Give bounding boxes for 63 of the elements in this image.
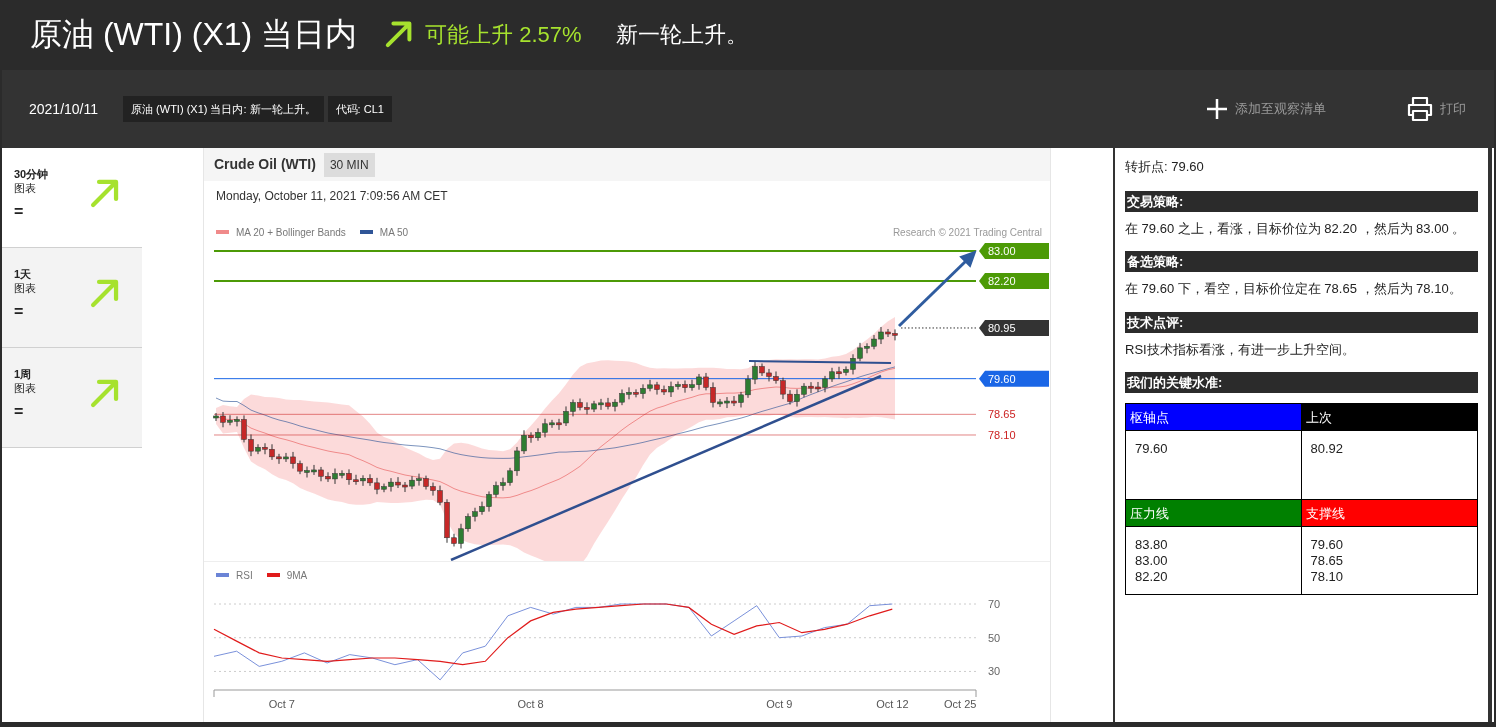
level-value: 79.60 <box>1310 537 1345 553</box>
level-heading: 枢轴点 <box>1126 404 1301 431</box>
level-value: 80.92 <box>1310 441 1345 457</box>
level-value: 83.00 <box>1135 553 1169 569</box>
price-tag: 80.95 <box>979 320 1049 336</box>
timeframe-item[interactable]: 1周 图表 = <box>2 348 142 448</box>
info-tag: 原油 (WTI) (X1) 当日内: 新一轮上升。 <box>123 95 324 123</box>
level-heading: 压力线 <box>1126 500 1301 527</box>
trend-sign: = <box>14 202 24 222</box>
timeframe-period: 1天 <box>14 267 32 282</box>
level-value: 82.20 <box>1135 569 1169 585</box>
level-value: 78.65 <box>1310 553 1345 569</box>
date-text: 2021/10/11 <box>29 99 99 119</box>
trend-sign: = <box>14 402 24 422</box>
section-heading: 备选策略: <box>1125 251 1478 272</box>
section-heading: 我们的关键水准: <box>1125 372 1478 393</box>
plus-icon <box>1205 97 1229 121</box>
timeframe-label: 图表 <box>14 281 36 296</box>
legend-label: RSI <box>236 568 253 583</box>
interval-badge: 30 MIN <box>323 152 375 177</box>
page-title: 原油 (WTI) (X1) 当日内 <box>30 15 358 54</box>
section-heading: 技术点评: <box>1125 311 1478 333</box>
printer-icon <box>1406 96 1434 122</box>
level-value: 78.10 <box>1310 569 1345 585</box>
info-tag: 代码: CL1 <box>327 95 392 123</box>
level-heading: 上次 <box>1301 404 1477 431</box>
level-value: 83.80 <box>1135 537 1169 553</box>
y-tick-label: 50 <box>988 631 1001 644</box>
timeframe-period: 30分钟 <box>14 167 49 182</box>
credit-text: Research © 2021 Trading Central <box>892 225 1042 240</box>
outlook-text: 可能上升 2.57% <box>425 20 582 49</box>
timeframe-label: 图表 <box>14 381 36 396</box>
price-tag: 83.00 <box>979 243 1049 259</box>
timeframe-item[interactable]: 1天 图表 = <box>2 248 142 348</box>
x-tick-label: Oct 25 <box>943 698 977 710</box>
level-value: 79.60 <box>1135 441 1169 457</box>
price-label: 78.10 <box>988 429 1016 441</box>
watchlist-button[interactable]: 添加至观察清单 <box>1205 97 1326 121</box>
summary-text: 新一轮上升。 <box>615 20 748 49</box>
price-tag: 79.60 <box>979 370 1049 387</box>
section-text: 在 79.60 下，看空，目标价位定在 78.65 ，然后为 78.10。 <box>1125 280 1463 298</box>
section-text: RSI技术指标看涨，有进一步上升空间。 <box>1125 340 1356 359</box>
chart-timestamp: Monday, October 11, 2021 7:09:56 AM CET <box>215 188 449 205</box>
section-heading: 交易策略: <box>1125 190 1478 212</box>
level-heading: 支撑线 <box>1301 500 1477 527</box>
print-button[interactable]: 打印 <box>1406 96 1466 122</box>
x-tick-label: Oct 12 <box>876 698 909 710</box>
legend-label: MA 50 <box>379 225 409 240</box>
pivot-text: 转折点: 79.60 <box>1125 158 1205 176</box>
x-tick-label: Oct 9 <box>766 698 793 710</box>
timeframe-period: 1周 <box>14 367 32 382</box>
y-tick-label: 70 <box>988 598 1001 610</box>
chart-title: Crude Oil (WTI) <box>214 155 316 174</box>
legend-label: 9MA <box>286 568 308 583</box>
price-tag: 82.20 <box>979 273 1049 290</box>
legend-label: MA 20 + Bollinger Bands <box>236 225 346 240</box>
timeframe-label: 图表 <box>14 181 36 196</box>
x-tick-label: Oct 8 <box>517 698 544 710</box>
trend-sign: = <box>14 302 24 322</box>
price-label: 78.65 <box>988 408 1016 421</box>
y-tick-label: 30 <box>988 665 1001 678</box>
x-tick-label: Oct 7 <box>268 698 295 710</box>
section-text: 在 79.60 之上，看涨，目标价位为 82.20 ，然后为 83.00 。 <box>1125 219 1467 238</box>
